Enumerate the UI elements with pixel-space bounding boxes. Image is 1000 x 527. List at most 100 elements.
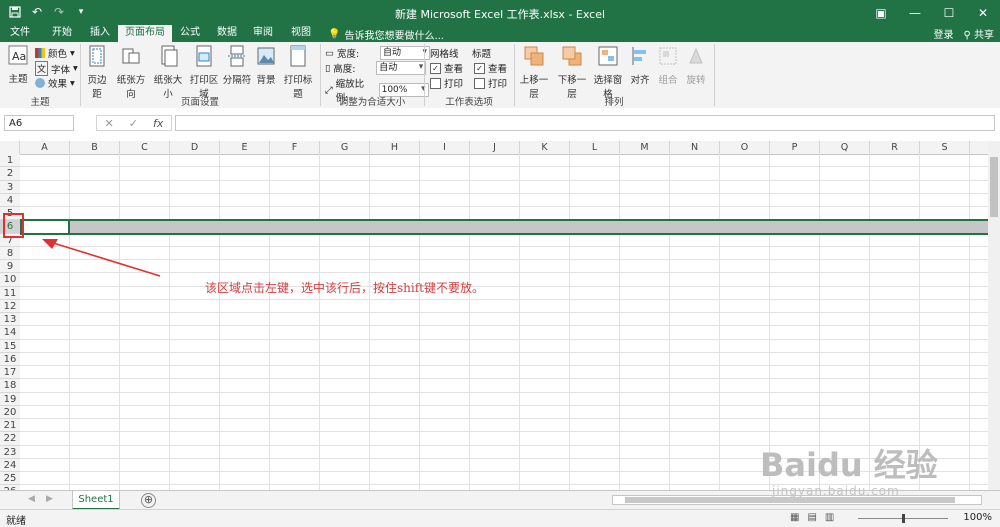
send-backward-icon — [562, 46, 582, 66]
fonts-label: 字体 — [51, 64, 71, 76]
maximize-button[interactable]: ☐ — [932, 0, 966, 25]
breaks-label: 分隔符 — [222, 75, 252, 86]
zoom-thumb[interactable] — [902, 514, 905, 523]
add-sheet-icon[interactable]: ⊕ — [141, 493, 156, 508]
rotate-icon — [689, 47, 703, 64]
margins-button[interactable]: 页边距 — [83, 45, 111, 100]
background-label: 背景 — [256, 75, 276, 86]
height-icon: ▯ — [325, 62, 331, 74]
themes-label: 主题 — [8, 74, 28, 85]
height-combo[interactable]: 自动 — [376, 61, 427, 75]
title-bar: ↶ ↷ ▾ 新建 Microsoft Excel 工作表.xlsx - Exce… — [0, 0, 1000, 25]
align-icon — [632, 47, 646, 65]
insert-function-icon[interactable]: fx — [153, 117, 163, 130]
headings-print-label: 打印 — [488, 79, 508, 90]
effects-label: 效果 — [48, 79, 68, 90]
rotate-button[interactable]: 旋转 — [684, 45, 708, 86]
print-area-button[interactable]: 打印区域 — [187, 45, 221, 100]
height-label: 高度: — [333, 64, 356, 75]
next-sheet-icon[interactable]: ▶ — [46, 494, 53, 504]
minimize-button[interactable]: — — [898, 0, 932, 25]
tab-page-layout[interactable]: 页面布局 — [118, 25, 172, 42]
ribbon-tabs: 文件 开始 插入 页面布局 公式 数据 审阅 视图 💡 告诉我您想要做什么...… — [0, 25, 1000, 42]
group-button[interactable]: 组合 — [656, 45, 680, 86]
chevron-down-icon: ▾ — [70, 77, 75, 89]
gridlines-view-label: 查看 — [444, 64, 464, 75]
colors-button[interactable]: 颜色 ▾ — [35, 46, 75, 60]
prev-sheet-icon[interactable]: ◀ — [28, 494, 35, 504]
margins-icon — [89, 45, 105, 67]
print-titles-button[interactable]: 打印标题 — [280, 45, 316, 100]
formula-input[interactable] — [175, 115, 995, 131]
watermark-brand: Baidu 经验 — [760, 446, 938, 484]
orientation-button[interactable]: 纸张方向 — [114, 45, 148, 100]
zoom-level[interactable]: 100% — [963, 512, 992, 523]
selection-pane-button[interactable]: 选择窗格 — [590, 45, 626, 100]
zoom-slider[interactable] — [858, 514, 948, 523]
annotation-arrow-icon — [42, 239, 161, 277]
headings-heading: 标题 — [472, 49, 492, 60]
effects-button[interactable]: 效果 ▾ — [35, 76, 75, 90]
tell-me-box[interactable]: 💡 告诉我您想要做什么... — [328, 27, 444, 42]
gridlines-print-checkbox[interactable]: 打印 — [430, 76, 463, 90]
print-area-icon — [196, 45, 212, 67]
send-backward-button[interactable]: 下移一层 — [554, 45, 590, 100]
person-icon: ⚲ — [963, 30, 971, 41]
lightbulb-icon: 💡 — [328, 29, 341, 40]
gridlines-heading: 网格线 — [430, 49, 459, 60]
formula-buttons: ✕ ✓ fx — [96, 115, 172, 131]
status-bar: 就绪 ▦ ▤ ▥ 100% — [0, 509, 1000, 527]
tab-review[interactable]: 审阅 — [246, 25, 280, 42]
rotate-label: 旋转 — [686, 75, 706, 86]
close-button[interactable]: ✕ — [966, 0, 1000, 25]
worksheet-grid[interactable]: ABCDEFGHIJKLMNOPQRS 1 2 3 4 5 6 7 8 9 10 11 12 13 14 1… — [0, 141, 988, 490]
breaks-button[interactable]: 分隔符 — [222, 45, 252, 86]
page-break-view-icon[interactable]: ▥ — [825, 512, 834, 523]
tab-data[interactable]: 数据 — [210, 25, 244, 42]
palette-icon — [35, 48, 45, 58]
themes-icon: Aa — [8, 45, 28, 65]
tell-me-text: 告诉我您想要做什么... — [344, 31, 444, 42]
name-box[interactable]: A6 — [4, 115, 74, 131]
tab-file[interactable]: 文件 — [4, 25, 36, 42]
headings-view-checkbox[interactable]: ✓ 查看 — [474, 61, 507, 75]
tab-formulas[interactable]: 公式 — [174, 25, 206, 42]
group-label-scale: 调整为合适大小 — [338, 97, 406, 108]
background-icon — [257, 47, 275, 65]
tab-insert[interactable]: 插入 — [82, 25, 118, 42]
sheet-tab-sheet1[interactable]: Sheet1 — [72, 491, 120, 510]
status-ready: 就绪 — [6, 516, 26, 527]
bring-forward-button[interactable]: 上移一层 — [516, 45, 552, 100]
headings-print-checkbox[interactable]: 打印 — [474, 76, 507, 90]
vertical-scrollbar[interactable] — [988, 141, 1000, 490]
tab-home[interactable]: 开始 — [44, 25, 80, 42]
gridlines-print-label: 打印 — [444, 79, 464, 90]
checkmark-icon: ✓ — [430, 62, 441, 74]
font-icon: 文 — [35, 61, 49, 76]
login-link[interactable]: 登录 — [933, 26, 953, 41]
page-layout-view-icon[interactable]: ▤ — [807, 512, 816, 523]
fonts-button[interactable]: 文 字体 ▾ — [35, 61, 78, 76]
background-button[interactable]: 背景 — [254, 45, 278, 86]
page-size-icon — [161, 45, 178, 67]
enter-icon[interactable]: ✓ — [129, 117, 138, 130]
orientation-icon — [122, 48, 140, 64]
share-label: 共享 — [974, 30, 994, 41]
cancel-icon[interactable]: ✕ — [105, 117, 114, 130]
themes-button[interactable]: Aa 主题 — [4, 44, 32, 85]
width-combo[interactable]: 自动 — [379, 46, 430, 60]
ribbon-display-options-icon[interactable]: ▣ — [864, 0, 898, 25]
size-button[interactable]: 纸张大小 — [150, 45, 186, 100]
tab-view[interactable]: 视图 — [284, 25, 318, 42]
width-row: ▭ 宽度: 自动 — [325, 46, 430, 60]
ribbon: Aa 主题 颜色 ▾ 文 字体 ▾ 效果 ▾ 主题 页边距 纸张方向 纸张大小 打印区… — [0, 42, 1000, 109]
normal-view-icon[interactable]: ▦ — [790, 512, 799, 523]
align-button[interactable]: 对齐 — [628, 45, 652, 86]
effects-icon — [35, 78, 45, 88]
checkmark-icon: ✓ — [474, 62, 485, 74]
share-button[interactable]: ⚲ 共享 — [963, 26, 994, 41]
gridlines-view-checkbox[interactable]: ✓ 查看 — [430, 61, 463, 75]
formula-bar: A6 ✕ ✓ fx — [0, 108, 1000, 139]
window-controls: ▣ — ☐ ✕ — [864, 0, 1000, 25]
scroll-thumb[interactable] — [990, 157, 998, 217]
